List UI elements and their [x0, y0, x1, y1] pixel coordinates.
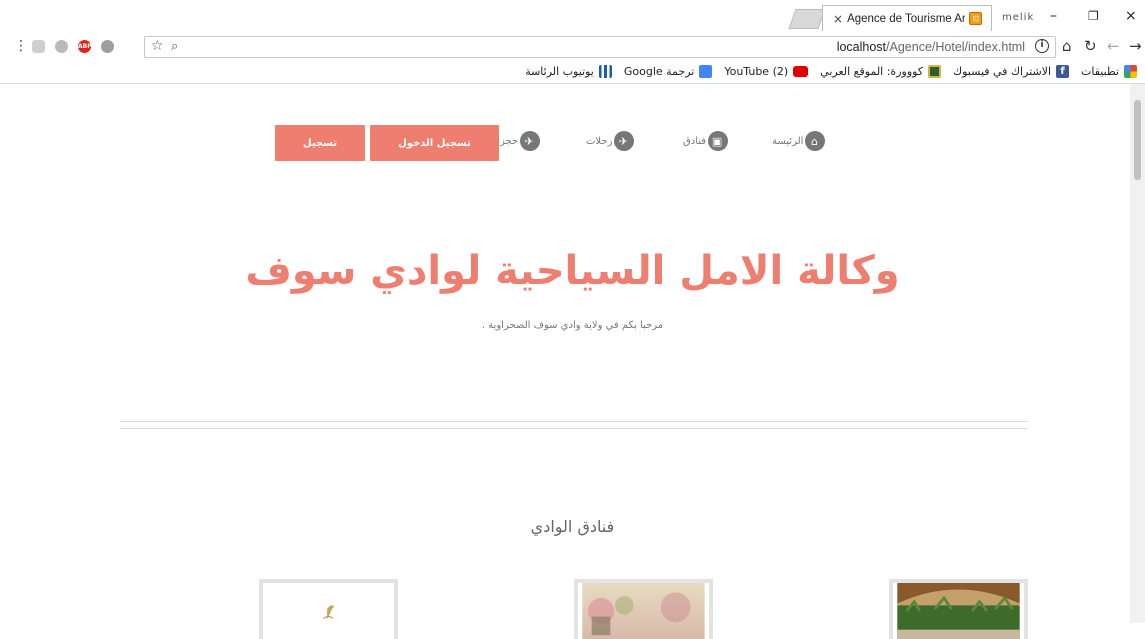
back-icon[interactable]: → [1129, 37, 1142, 55]
bookmark-label: ترجمة Google [623, 65, 695, 78]
hero-title: وكالة الامل السياحية لوادي سوف [245, 248, 900, 294]
extensions-area: ⋮ ABP [14, 38, 114, 54]
bookmark-kooora[interactable]: كووورة: الموقع العربي [820, 65, 942, 78]
site-navbar: تسجيل تسجيل الدخول ✈ حجز ✈ رحلات ▣ فنادق… [275, 125, 845, 161]
hotel-card[interactable] [259, 579, 398, 639]
tab-favicon-icon: ⊡ [969, 12, 983, 25]
hotel-card-image[interactable] [578, 583, 709, 639]
bar-chart-icon [598, 65, 612, 78]
hotel-card-image[interactable] [893, 583, 1024, 639]
nav-item-booking[interactable]: ✈ حجز [500, 131, 541, 151]
url-field[interactable]: ☆ ⌕ localhost/Agence/Hotel/index.html i [144, 36, 1056, 58]
register-button[interactable]: تسجيل [275, 125, 365, 161]
login-button[interactable]: تسجيل الدخول [370, 125, 499, 161]
adblock-icon[interactable]: ABP [78, 39, 92, 53]
url-host: localhost [836, 40, 887, 54]
menu-icon[interactable]: ⋮ [14, 38, 28, 54]
nav-item-label: الرئيسة [772, 135, 804, 147]
bookmark-apps[interactable]: تطبيقات [1081, 65, 1137, 78]
new-tab-button[interactable] [788, 9, 826, 29]
scrollbar-thumb[interactable] [1134, 100, 1141, 180]
hotel-card[interactable] [574, 579, 713, 639]
apps-grid-icon [1124, 65, 1137, 78]
bookmark-label: الاشتراك في فيسبوك [953, 65, 1051, 78]
web-page: تسجيل تسجيل الدخول ✈ حجز ✈ رحلات ▣ فنادق… [0, 85, 1130, 639]
bookmarks-bar: تطبيقات f الاشتراك في فيسبوك كووورة: الم… [0, 60, 1145, 84]
home-icon: ⌂ [805, 131, 826, 151]
minimize-icon[interactable]: – [1050, 8, 1057, 24]
nav-item-trips[interactable]: ✈ رحلات [586, 131, 635, 151]
reload-icon[interactable]: ↻ [1084, 37, 1097, 55]
search-icon: ⌕ [171, 39, 179, 54]
extension-shield-icon[interactable] [55, 39, 68, 53]
extension-globe-icon[interactable] [101, 39, 114, 53]
bookmark-facebook[interactable]: f الاشتراك في فيسبوك [953, 65, 1069, 78]
restore-icon[interactable]: ❐ [1088, 9, 1099, 23]
bookmark-label: كووورة: الموقع العربي [820, 65, 924, 78]
youtube-icon [793, 66, 809, 77]
bookmark-google-translate[interactable]: ترجمة Google [623, 65, 713, 78]
section-divider [120, 421, 1028, 429]
nav-item-hotels[interactable]: ▣ فنادق [683, 131, 729, 151]
bookmark-youtube[interactable]: YouTube (2) [724, 65, 809, 78]
google-translate-icon [699, 65, 713, 78]
extension-pdf-icon[interactable] [32, 39, 45, 53]
url-path: /Agence/Hotel/index.html [886, 40, 1025, 54]
url-text: localhost/Agence/Hotel/index.html [837, 40, 1025, 54]
hero-subtitle: مرحبا بكم في ولاية وادي سوف الصحراوية . [481, 320, 664, 331]
nav-item-label: حجز [500, 135, 519, 147]
hotel-card-image[interactable] [263, 583, 394, 639]
facebook-icon: f [1056, 65, 1069, 78]
nav-item-label: فنادق [683, 135, 707, 147]
page-scrollbar[interactable] [1130, 84, 1145, 623]
tab-close-icon[interactable]: × [833, 12, 843, 26]
site-info-icon[interactable]: i [1035, 39, 1049, 53]
profile-label[interactable]: melik [1002, 12, 1034, 23]
plane-icon: ✈ [614, 131, 635, 151]
bookmark-label: يوتيوب الرئاسة [525, 65, 594, 78]
home-icon[interactable]: ⌂ [1062, 37, 1072, 55]
plane-icon: ✈ [520, 131, 541, 151]
bookmark-label: YouTube (2) [724, 65, 789, 78]
browser-titlebar: × Agence de Tourisme Ama ⊡ melik – ❐ × [0, 0, 1145, 34]
close-window-icon[interactable]: × [1125, 8, 1137, 24]
bookmark-presidency[interactable]: يوتيوب الرئاسة [525, 65, 612, 78]
kooora-icon [928, 65, 942, 78]
bookmark-star-icon[interactable]: ☆ [151, 38, 164, 54]
hotels-section-title: فنادق الوادي [530, 517, 615, 536]
hotel-icon: ▣ [708, 131, 729, 151]
bookmark-label: تطبيقات [1081, 65, 1119, 78]
nav-item-label: رحلات [586, 135, 613, 147]
forward-icon[interactable]: ← [1107, 37, 1120, 55]
tab-title: Agence de Tourisme Ama [847, 12, 966, 25]
browser-tab-active[interactable]: × Agence de Tourisme Ama ⊡ [822, 5, 992, 31]
hotel-card[interactable] [889, 579, 1028, 639]
nav-item-home[interactable]: ⌂ الرئيسة [772, 131, 826, 151]
address-bar-row: ⋮ ABP ☆ ⌕ localhost/Agence/Hotel/index.h… [0, 34, 1145, 60]
